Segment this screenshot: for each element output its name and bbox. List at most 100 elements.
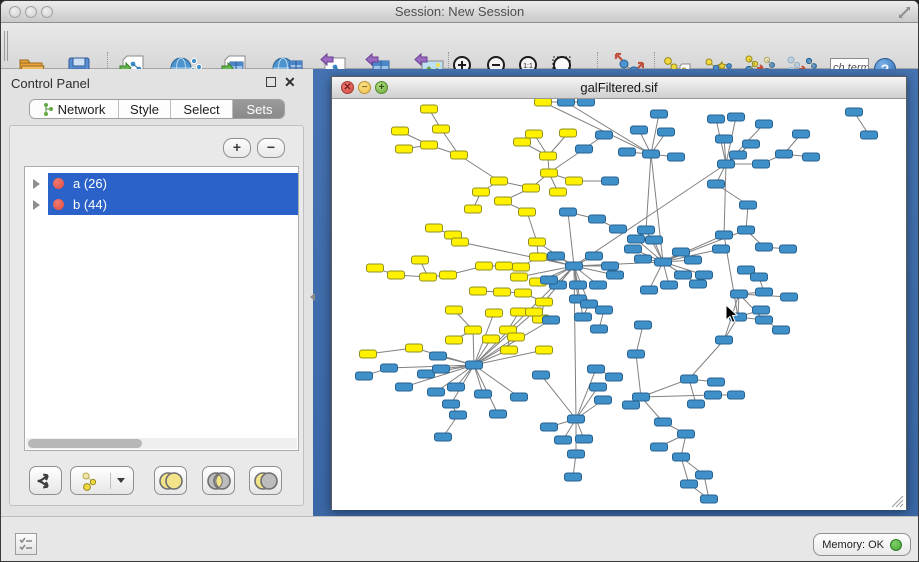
add-set-button[interactable]: + [223,138,251,158]
graph-node [641,286,658,294]
tab-style[interactable]: Style [119,100,171,118]
graph-node [548,252,565,260]
graph-node [631,126,648,134]
expander-icon[interactable] [33,200,40,210]
graph-node [541,423,558,431]
graph-node [673,248,690,256]
graph-node [433,365,450,373]
tab-select[interactable]: Select [171,100,233,118]
fullscreen-icon[interactable] [897,5,912,20]
graph-node [635,321,652,329]
graph-node [526,130,543,138]
graph-node [628,235,645,243]
graph-node [696,471,713,479]
network-view[interactable] [332,99,906,510]
close-panel-icon[interactable]: ✕ [284,74,296,91]
tab-sets[interactable]: Sets [233,100,285,118]
graph-node [581,300,598,308]
frame-titlebar[interactable]: ✕ − + galFiltered.sif [332,77,906,99]
graph-node [501,346,518,354]
graph-node [685,256,702,264]
graph-node [558,99,575,106]
sets-panel: + − a (26) b (44) [9,125,304,506]
graph-node [643,150,660,158]
graph-node [708,115,725,123]
graph-node [716,336,733,344]
dropdown-caret-icon [117,478,125,483]
control-panel-header: Control Panel ✕ [1,69,313,97]
sets-toolbar [10,466,303,496]
graph-node [420,273,437,281]
list-item[interactable]: a (26) [25,173,298,194]
graph-node [381,364,398,372]
graph-node [511,273,528,281]
tab-label: Network [58,102,106,117]
toolbar-drag-handle[interactable] [4,31,8,61]
graph-node [655,258,672,266]
set-label: a (26) [73,176,107,191]
memory-status-label: Memory: OK [822,539,884,551]
graph-node [465,326,482,334]
create-set-dropdown-button[interactable] [70,466,134,495]
graph-node [576,145,593,153]
intersect-sets-button[interactable] [202,466,235,495]
remove-set-button[interactable]: − [257,138,285,158]
union-sets-button[interactable] [154,466,187,495]
window-title: Session: New Session [1,4,918,19]
graph-node [633,393,650,401]
collapse-panel-arrow[interactable] [310,293,315,301]
set-label: b (44) [73,197,107,212]
graph-node [451,151,468,159]
network-canvas-svg[interactable] [332,99,906,510]
graph-node [446,336,463,344]
graph-node [535,99,552,106]
graph-node [708,378,725,386]
scrollbar-thumb[interactable] [28,439,142,448]
venn-difference-icon [253,471,279,491]
tab-label: Sets [246,102,272,117]
difference-sets-button[interactable] [249,466,282,495]
graph-node [576,435,593,443]
expander-icon[interactable] [33,179,40,189]
graph-node [625,245,642,253]
graph-node [388,271,405,279]
graph-node [705,391,722,399]
graph-node [773,326,790,334]
split-arrows-icon [35,470,57,492]
horizontal-scrollbar[interactable] [26,438,297,449]
graph-node [570,281,587,289]
list-item[interactable]: b (44) [25,194,298,215]
graph-node [781,293,798,301]
memory-status-button[interactable]: Memory: OK [813,533,911,556]
graph-node [678,430,695,438]
resize-grip-icon[interactable] [888,492,904,508]
graph-node [435,433,452,441]
graph-node [396,383,413,391]
graph-node [646,236,663,244]
graph-node [514,138,531,146]
graph-node [550,188,567,196]
float-panel-icon[interactable] [266,77,276,87]
graph-node [450,411,467,419]
tab-network[interactable]: Network [30,100,119,118]
graph-node [511,308,528,316]
graph-node [668,153,685,161]
graph-node [673,453,690,461]
graph-node [658,128,675,136]
graph-node [588,365,605,373]
graph-node [756,243,773,251]
application-window: Session: New Session [0,0,919,562]
graph-node [356,372,373,380]
graph-node [448,383,465,391]
split-set-button[interactable] [29,466,62,495]
graph-node [396,145,413,153]
window-titlebar: Session: New Session [1,1,918,23]
graph-node [540,152,557,160]
network-desktop: ✕ − + galFiltered.sif [313,69,919,516]
graph-node [793,130,810,138]
task-history-button[interactable] [15,533,37,555]
sets-list[interactable]: a (26) b (44) [24,166,299,451]
network-frame[interactable]: ✕ − + galFiltered.sif [331,76,907,510]
graph-node [619,148,636,156]
graph-node [426,224,443,232]
